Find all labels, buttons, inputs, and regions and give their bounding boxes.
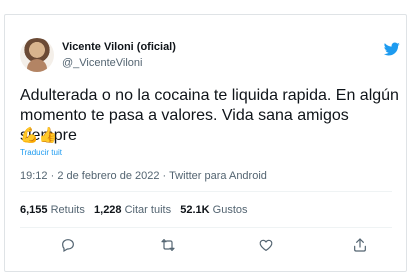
- quotes-stat[interactable]: 1,228 Citar tuits: [94, 204, 171, 216]
- likes-label: Gustos: [212, 204, 248, 216]
- quotes-label: Citar tuits: [124, 204, 172, 216]
- retweets-label: Retuits: [50, 204, 85, 216]
- tweet-meta: 19:12 · 2 de febrero de 2022 · Twitter p…: [20, 170, 267, 182]
- tweet-stats: 6,155 Retuits 1,228 Citar tuits 52.1K Gu…: [20, 204, 248, 216]
- avatar[interactable]: [20, 38, 54, 72]
- retweet-icon[interactable]: [160, 237, 176, 253]
- divider: [20, 191, 392, 192]
- tweet-date[interactable]: 2 de febrero de 2022: [57, 170, 159, 182]
- tweet-actions: [52, 237, 366, 257]
- tweet-time[interactable]: 19:12: [20, 170, 48, 182]
- author-name[interactable]: Vicente Viloni (oficial): [62, 41, 176, 53]
- tweet-emojis: 💪👍: [20, 127, 58, 144]
- heart-icon[interactable]: [258, 237, 274, 253]
- likes-count: 52.1K: [180, 204, 210, 216]
- twitter-bird-icon: [384, 41, 400, 57]
- reply-icon[interactable]: [60, 237, 76, 253]
- likes-stat[interactable]: 52.1K Gustos: [180, 204, 247, 216]
- share-icon[interactable]: [352, 237, 368, 253]
- retweets-count: 6,155: [20, 204, 48, 216]
- tweet-text: Adulterada o no la cocaina te liquida ra…: [20, 87, 399, 144]
- author-handle[interactable]: @_VicenteViloni: [62, 57, 142, 69]
- translate-link[interactable]: Traducir tuit: [20, 148, 62, 157]
- divider: [20, 227, 392, 228]
- quotes-count: 1,228: [94, 204, 122, 216]
- tweet-source[interactable]: Twitter para Android: [169, 170, 267, 182]
- retweets-stat[interactable]: 6,155 Retuits: [20, 204, 85, 216]
